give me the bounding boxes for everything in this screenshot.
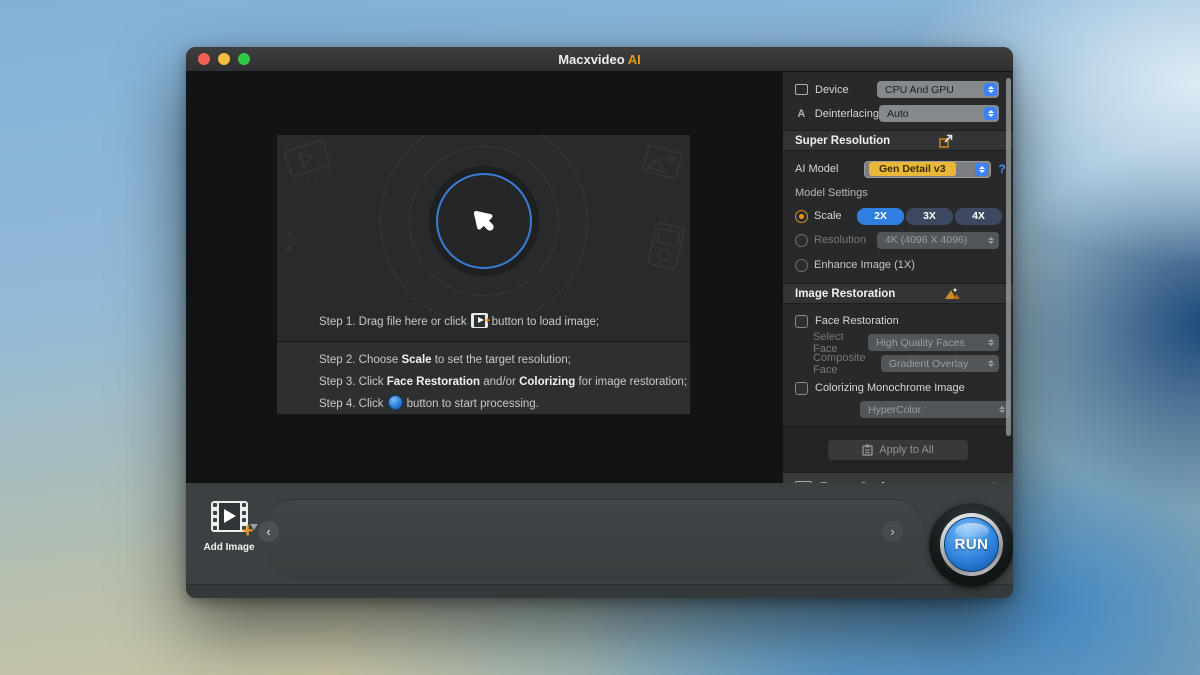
- colorizing-label: Colorizing Monochrome Image: [815, 382, 965, 394]
- media-player-icon: [640, 217, 690, 277]
- face-restoration-checkbox[interactable]: [795, 315, 808, 328]
- ai-model-value: Gen Detail v3: [869, 162, 956, 176]
- stepper-icon: [975, 163, 988, 176]
- app-window: Macxvideo AI ♪: [186, 47, 1013, 598]
- enhance-radio[interactable]: [795, 259, 808, 272]
- select-face-dropdown[interactable]: High Quality Faces: [868, 334, 999, 351]
- device-dropdown[interactable]: CPU And GPU: [877, 81, 999, 98]
- bottom-bar: + Add Image ‹ ›: [186, 483, 1013, 598]
- scale-radio[interactable]: [795, 210, 808, 223]
- run-button-ring: RUN: [940, 513, 1003, 576]
- scroll-right-button[interactable]: ›: [882, 521, 903, 542]
- main-area: ♪: [186, 72, 783, 483]
- composite-face-dropdown[interactable]: Gradient Overlay: [881, 355, 999, 372]
- stepper-icon: [984, 357, 997, 370]
- stepper-icon: [984, 107, 997, 120]
- step1-text: Step 1. Drag file here or click+button t…: [319, 311, 599, 333]
- cursor-arrow-icon: [467, 204, 501, 238]
- step4-text: Step 4. Clickbutton to start processing.: [319, 393, 690, 415]
- apply-to-all-button[interactable]: Apply to All: [828, 440, 968, 460]
- add-image-label: Add Image: [200, 542, 258, 553]
- drop-zone[interactable]: ♪: [277, 135, 690, 341]
- device-icon: [795, 84, 808, 95]
- resolution-radio[interactable]: [795, 234, 808, 247]
- apply-zone: Apply to All: [783, 426, 1013, 472]
- run-button[interactable]: RUN: [944, 517, 999, 572]
- drop-target-circle[interactable]: [429, 166, 539, 276]
- window-title: Macxvideo AI: [186, 52, 1013, 67]
- music-note-icon: ♪: [277, 215, 304, 264]
- title-bar[interactable]: Macxvideo AI: [186, 47, 1013, 72]
- thumbnail-strip: [267, 499, 922, 580]
- add-image-button[interactable]: + Add Image: [200, 501, 258, 553]
- scale-3x-button[interactable]: 3X: [906, 208, 953, 225]
- steps-panel: Step 2. Choose Scale to set the target r…: [277, 342, 690, 414]
- device-label: Device: [815, 84, 849, 96]
- restore-image-icon: [943, 286, 961, 301]
- chevron-right-icon: ›: [890, 524, 894, 539]
- photo-card-icon: [633, 137, 690, 194]
- run-mini-icon: [388, 395, 403, 410]
- super-resolution-header: Super Resolution: [783, 130, 1013, 151]
- model-settings-label: Model Settings: [783, 184, 1013, 202]
- composite-face-label: Composite Face: [813, 352, 881, 376]
- scale-4x-button[interactable]: 4X: [955, 208, 1002, 225]
- expand-icon: [938, 133, 954, 149]
- chevron-left-icon: ‹: [266, 524, 270, 539]
- drop-target-ring: [436, 173, 532, 269]
- stepper-icon: [984, 234, 997, 247]
- step2-text: Step 2. Choose Scale to set the target r…: [319, 349, 690, 371]
- film-card-icon: [277, 135, 341, 194]
- ai-model-label: AI Model: [795, 163, 838, 175]
- deinterlacing-label: Deinterlacing: [815, 108, 879, 120]
- deinterlacing-icon: A: [795, 108, 808, 120]
- settings-sidebar: Device CPU And GPU A Deinterlacing Auto …: [783, 72, 1013, 483]
- scale-2x-button[interactable]: 2X: [857, 208, 904, 225]
- stepper-icon: [984, 83, 997, 96]
- window-footer: [186, 584, 1013, 598]
- hypercolor-dropdown[interactable]: HyperColor: [860, 401, 1010, 418]
- ai-model-dropdown[interactable]: Gen Detail v3: [864, 161, 991, 178]
- colorizing-checkbox[interactable]: [795, 382, 808, 395]
- run-button-housing: RUN: [929, 502, 1013, 587]
- add-image-caret-icon[interactable]: [250, 524, 258, 530]
- stepper-icon: [984, 336, 997, 349]
- enhance-label: Enhance Image (1X): [814, 259, 915, 271]
- deinterlacing-dropdown[interactable]: Auto: [879, 105, 999, 122]
- scroll-left-button[interactable]: ‹: [258, 521, 279, 542]
- resolution-label: Resolution: [814, 234, 866, 246]
- add-image-icon: +: [211, 501, 248, 532]
- add-image-mini-icon: +: [471, 313, 488, 328]
- sidebar-scrollbar[interactable]: [1006, 78, 1011, 436]
- scale-label: Scale: [814, 210, 842, 222]
- image-restoration-header: Image Restoration: [783, 283, 1013, 304]
- step3-text: Step 3. Click Face Restoration and/or Co…: [319, 371, 690, 393]
- clipboard-icon: [862, 444, 873, 456]
- resolution-dropdown[interactable]: 4K (4096 X 4096): [877, 232, 999, 249]
- face-restoration-label: Face Restoration: [815, 315, 899, 327]
